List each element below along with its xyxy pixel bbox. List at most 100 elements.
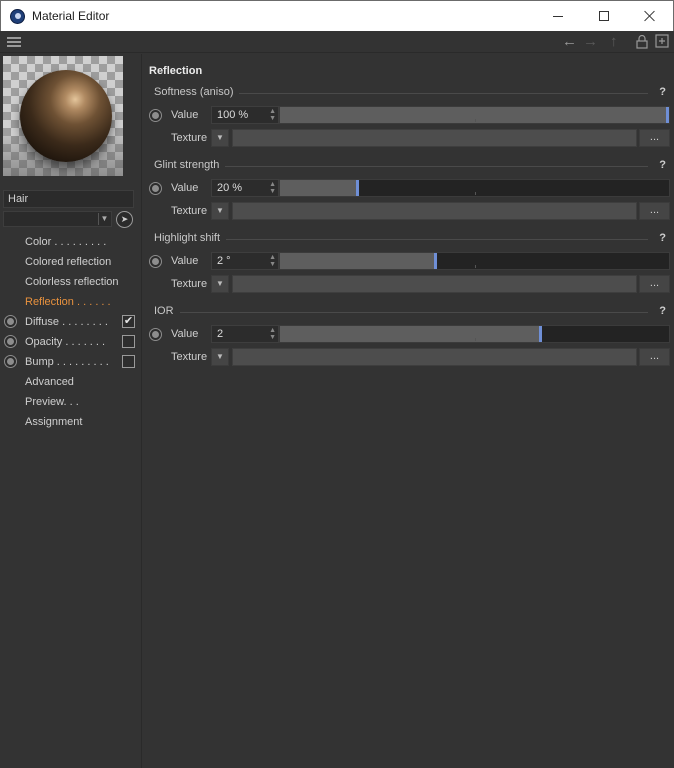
spinner-arrows-icon[interactable]: ▲ ▼: [269, 327, 276, 341]
value-input[interactable]: 100 % ▲ ▼: [211, 106, 279, 124]
texture-field[interactable]: [232, 275, 637, 293]
channel-item[interactable]: Preview. . .: [0, 392, 142, 412]
value-input[interactable]: 2 ▲ ▼: [211, 325, 279, 343]
value-slider[interactable]: [279, 106, 670, 124]
new-window-icon[interactable]: [655, 34, 669, 48]
texture-browse-button[interactable]: ...: [639, 129, 670, 147]
channel-name: Assignment: [25, 416, 83, 428]
value-slider[interactable]: [279, 179, 670, 197]
channel-item[interactable]: Diffuse . . . . . . . . ✔: [0, 312, 142, 332]
channel-item[interactable]: Assignment: [0, 412, 142, 432]
value-row: Value 100 % ▲ ▼: [143, 106, 674, 125]
back-arrow-icon[interactable]: ←: [562, 33, 577, 51]
channel-item[interactable]: Colorless reflection: [0, 272, 142, 292]
group-header[interactable]: Glint strength?: [154, 159, 666, 173]
animate-radio-icon[interactable]: [149, 109, 162, 122]
channel-label: Assignment: [25, 412, 82, 432]
channel-name: Diffuse: [25, 316, 60, 328]
channel-item[interactable]: Advanced: [0, 372, 142, 392]
animate-radio-icon[interactable]: [149, 255, 162, 268]
slider-fill: [280, 326, 541, 342]
animate-radio-icon[interactable]: [4, 355, 17, 368]
slider-handle[interactable]: [434, 253, 437, 269]
value-label: Value: [171, 182, 199, 194]
value-input[interactable]: 20 % ▲ ▼: [211, 179, 279, 197]
channel-name: Color: [25, 236, 52, 248]
forward-arrow-icon[interactable]: →: [583, 33, 598, 51]
value-text: 20 %: [217, 182, 243, 194]
slider-handle[interactable]: [666, 107, 669, 123]
group-title: Softness (aniso): [154, 86, 234, 98]
spinner-arrows-icon[interactable]: ▲ ▼: [269, 181, 276, 195]
help-icon[interactable]: ?: [659, 305, 666, 317]
channel-name: Preview: [25, 396, 64, 408]
minimize-button[interactable]: [535, 1, 581, 31]
channel-name: Reflection: [25, 296, 74, 308]
channel-item[interactable]: Colored reflection: [0, 252, 142, 272]
material-name-field[interactable]: Hair: [3, 190, 134, 208]
animate-radio-icon[interactable]: [4, 335, 17, 348]
lock-icon[interactable]: [636, 35, 648, 49]
texture-dropdown[interactable]: ▼: [211, 348, 229, 366]
texture-field[interactable]: [232, 129, 637, 147]
close-button[interactable]: [627, 1, 673, 31]
maximize-button[interactable]: [581, 1, 627, 31]
texture-dropdown[interactable]: ▼: [211, 129, 229, 147]
slider-handle[interactable]: [356, 180, 359, 196]
slider-handle[interactable]: [539, 326, 542, 342]
up-arrow-icon[interactable]: ↑: [610, 33, 618, 51]
hamburger-icon[interactable]: [7, 37, 21, 47]
spinner-arrows-icon[interactable]: ▲ ▼: [269, 254, 276, 268]
help-icon[interactable]: ?: [659, 159, 666, 171]
minimize-icon: [553, 15, 563, 17]
channel-label: Diffuse . . . . . . . .: [25, 312, 108, 332]
value-input[interactable]: 2 ° ▲ ▼: [211, 252, 279, 270]
channel-enable-checkbox[interactable]: ✔: [122, 315, 135, 328]
channel-enable-checkbox[interactable]: [122, 335, 135, 348]
value-text: 2: [217, 328, 224, 340]
group-header[interactable]: IOR?: [154, 305, 666, 319]
spinner-arrows-icon[interactable]: ▲ ▼: [269, 108, 276, 122]
channel-name: Advanced: [25, 376, 74, 388]
channel-item[interactable]: Bump . . . . . . . . .: [0, 352, 142, 372]
animate-radio-icon[interactable]: [149, 328, 162, 341]
material-preview[interactable]: [3, 56, 123, 176]
group-header[interactable]: Softness (aniso)?: [154, 86, 666, 100]
texture-dropdown[interactable]: ▼: [211, 202, 229, 220]
channel-dots: . . . . . .: [73, 296, 111, 308]
help-icon[interactable]: ?: [659, 86, 666, 98]
channel-item[interactable]: Opacity . . . . . . .: [0, 332, 142, 352]
channel-item[interactable]: Reflection . . . . . .: [0, 292, 142, 312]
texture-field[interactable]: [232, 348, 637, 366]
value-text: 2 °: [217, 255, 231, 267]
help-icon[interactable]: ?: [659, 232, 666, 244]
texture-browse-button[interactable]: ...: [639, 348, 670, 366]
texture-label: Texture: [171, 351, 208, 363]
channel-label: Preview. . .: [25, 392, 79, 412]
channel-name: Colorless reflection: [25, 276, 119, 288]
animate-radio-icon[interactable]: [4, 315, 17, 328]
attributes-panel: Reflection Softness (aniso)? Value 100 % ▲ ▼…: [143, 54, 674, 768]
channel-enable-checkbox[interactable]: [122, 355, 135, 368]
slider-fill: [280, 180, 358, 196]
picker-arrow-icon[interactable]: ➤: [116, 211, 133, 228]
texture-browse-button[interactable]: ...: [639, 202, 670, 220]
animate-radio-icon[interactable]: [149, 182, 162, 195]
channel-dots: . . . . . . . .: [59, 316, 108, 328]
value-row: Value 2 ° ▲ ▼: [143, 252, 674, 271]
channel-label: Advanced: [25, 372, 74, 392]
texture-field[interactable]: [232, 202, 637, 220]
group-header[interactable]: Highlight shift?: [154, 232, 666, 246]
value-slider[interactable]: [279, 325, 670, 343]
texture-browse-button[interactable]: ...: [639, 275, 670, 293]
slider-fill: [280, 253, 436, 269]
texture-dropdown[interactable]: ▼: [211, 275, 229, 293]
app-icon: [10, 9, 25, 24]
value-slider[interactable]: [279, 252, 670, 270]
group-divider: [239, 93, 648, 94]
channel-item[interactable]: Color . . . . . . . . .: [0, 232, 142, 252]
layer-dropdown[interactable]: ▼: [3, 211, 112, 227]
preview-sphere: [20, 70, 112, 162]
channel-label: Opacity . . . . . . .: [25, 332, 105, 352]
channel-label: Color . . . . . . . . .: [25, 232, 106, 252]
